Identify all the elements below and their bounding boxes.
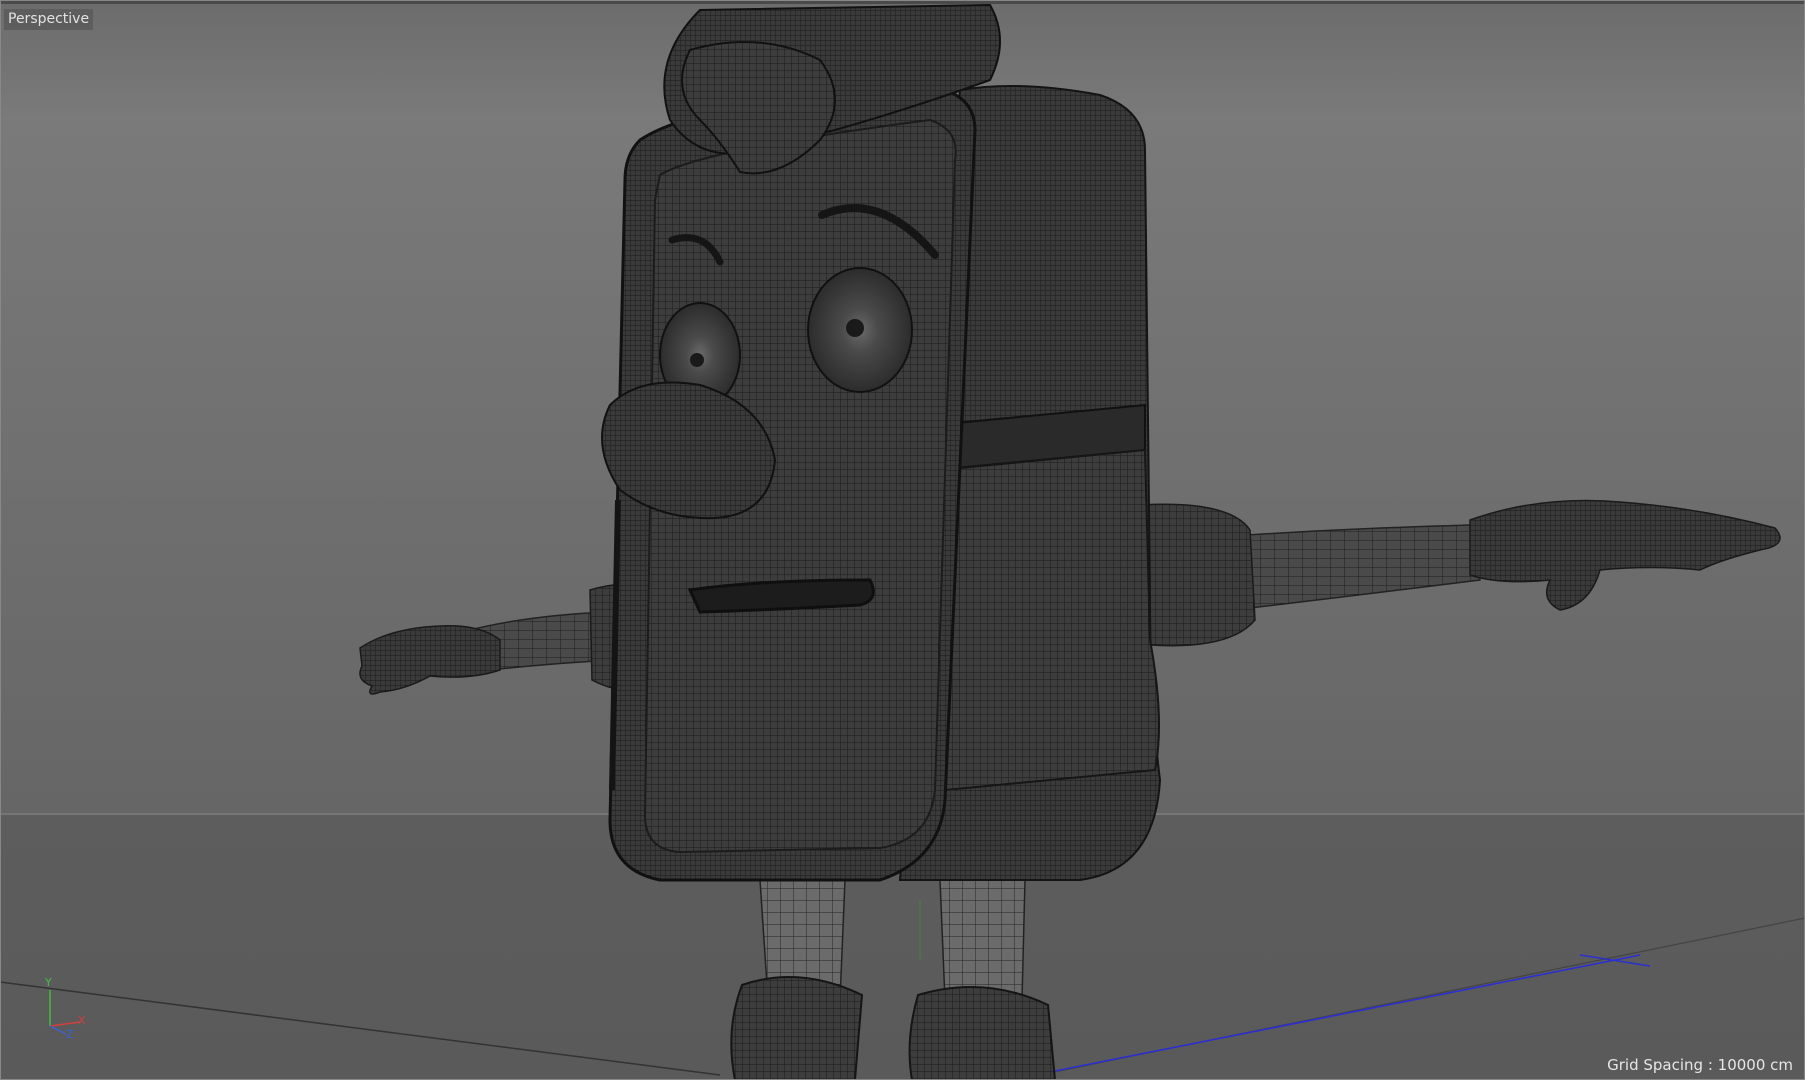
wireframe-character-mesh[interactable] [0, 0, 1805, 1080]
character-right-arm [1139, 499, 1781, 647]
3d-viewport[interactable]: Perspective Y X Z Grid Spacing : 10000 c… [0, 0, 1805, 1080]
axis-x-label: X [78, 1014, 86, 1027]
camera-name-label[interactable]: Perspective [4, 9, 94, 30]
axis-z-label: Z [66, 1028, 74, 1041]
axis-y-label: Y [45, 976, 52, 989]
grid-spacing-readout: Grid Spacing : 10000 cm [1607, 1056, 1793, 1074]
character-legs [730, 879, 1057, 1080]
axis-orientation-gizmo: Y X Z [36, 976, 96, 1041]
